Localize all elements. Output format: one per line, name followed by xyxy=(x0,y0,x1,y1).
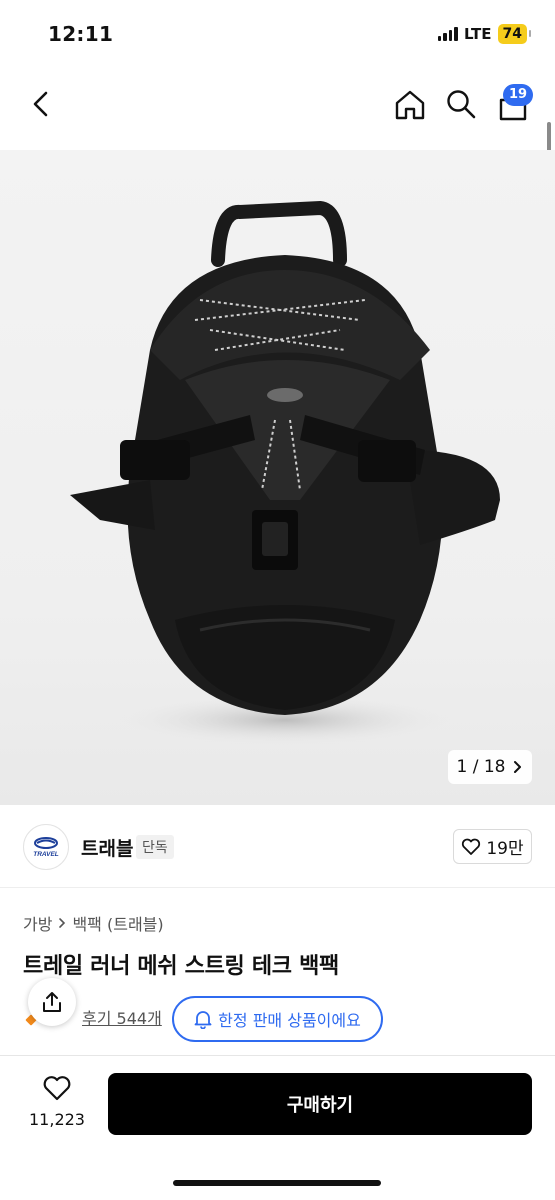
product-image[interactable] xyxy=(0,150,555,805)
exclusive-badge: 단독 xyxy=(136,835,174,859)
limited-sale-notice[interactable]: 한정 판매 상품이에요 xyxy=(172,996,383,1042)
share-icon xyxy=(43,992,61,1012)
review-row: 후기 544개 한정 판매 상품이에요 xyxy=(23,978,533,1044)
cart-count-badge: 19 xyxy=(503,84,533,106)
breadcrumb-item-backpacks[interactable]: 백팩 (트래블) xyxy=(72,911,163,935)
breadcrumb-item-bags[interactable]: 가방 xyxy=(23,911,52,935)
status-indicators: LTE 74 xyxy=(437,24,532,44)
limited-sale-text: 한정 판매 상품이에요 xyxy=(218,1011,361,1030)
bottom-action-bar: 11,223 구매하기 xyxy=(0,1055,555,1200)
wishlist-button[interactable]: 11,223 xyxy=(22,1074,92,1129)
breadcrumb: 가방 백팩 (트래블) xyxy=(23,911,164,935)
brand-logo-mark: TRAVEL xyxy=(33,837,59,858)
product-title: 트레일 러너 메쉬 스트링 테크 백팩 xyxy=(23,954,339,979)
image-counter-text: 1 / 18 xyxy=(456,757,506,777)
image-counter[interactable]: 1 / 18 xyxy=(448,750,532,784)
home-icon[interactable] xyxy=(393,88,427,122)
battery-icon: 74 xyxy=(497,24,532,44)
brand-name[interactable]: 트래블 xyxy=(81,834,133,861)
chevron-right-icon xyxy=(59,918,66,928)
buy-button[interactable]: 구매하기 xyxy=(108,1073,532,1135)
network-label: LTE xyxy=(463,25,492,43)
signal-icon xyxy=(437,27,458,41)
brand-row: TRAVEL 트래블 단독 19만 xyxy=(0,806,555,888)
back-button[interactable] xyxy=(26,88,56,120)
status-bar: 12:11 LTE 74 xyxy=(0,0,555,62)
share-button[interactable] xyxy=(28,978,76,1026)
chevron-right-icon xyxy=(514,761,522,773)
heart-icon xyxy=(462,838,481,855)
home-indicator xyxy=(173,1180,381,1186)
status-time: 12:11 xyxy=(48,22,114,46)
wishlist-count: 11,223 xyxy=(29,1110,85,1129)
brand-logo[interactable]: TRAVEL xyxy=(23,824,69,870)
brand-logo-text: TRAVEL xyxy=(33,851,59,858)
search-icon[interactable] xyxy=(445,88,477,120)
backpack-illustration xyxy=(70,200,500,746)
review-link[interactable]: 후기 544개 xyxy=(82,1005,162,1029)
brand-like-button[interactable]: 19만 xyxy=(453,829,532,864)
nav-bar xyxy=(0,62,555,150)
brand-like-count: 19만 xyxy=(486,839,524,859)
bell-icon xyxy=(194,1011,212,1029)
heart-icon xyxy=(43,1076,71,1101)
